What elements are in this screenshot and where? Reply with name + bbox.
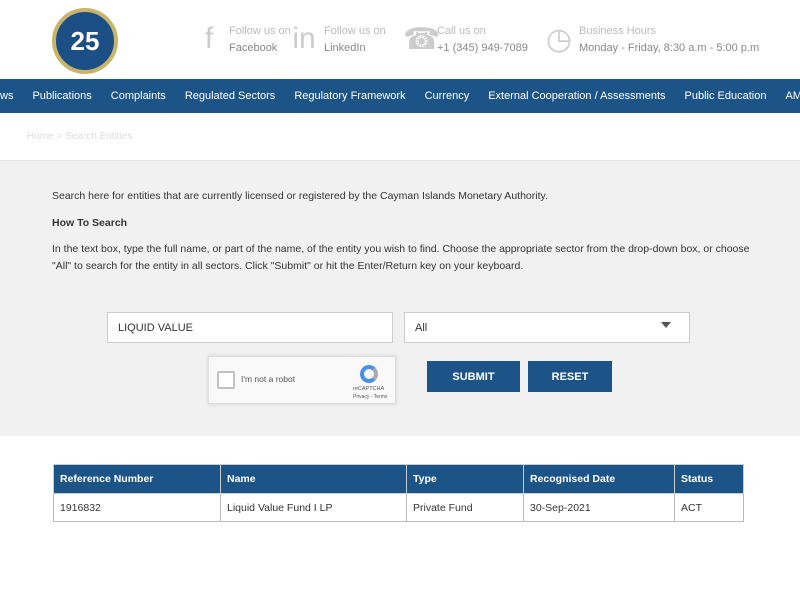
nav-currency[interactable]: Currency: [425, 90, 470, 102]
nav-regulatory-framework[interactable]: Regulatory Framework: [294, 90, 405, 102]
cell-status: ACT: [674, 493, 744, 522]
chevron-down-icon: [661, 322, 671, 328]
submit-button[interactable]: SUBMIT: [427, 361, 520, 392]
cell-name[interactable]: Liquid Value Fund I LP: [220, 493, 407, 522]
nav-news[interactable]: ws: [0, 90, 13, 102]
intro-text: Search here for entities that are curren…: [52, 190, 548, 202]
phone-icon: ☎: [403, 23, 441, 56]
nav-public-education[interactable]: Public Education: [685, 90, 767, 102]
search-panel: Search here for entities that are curren…: [0, 160, 800, 436]
entity-search-input[interactable]: LIQUID VALUE: [107, 312, 393, 343]
nav-external-cooperation[interactable]: External Cooperation / Assessments: [488, 90, 665, 102]
breadcrumb-home[interactable]: Home: [27, 131, 54, 142]
col-type[interactable]: Type: [406, 464, 524, 494]
nav-publications[interactable]: Publications: [32, 90, 91, 102]
nav-aml[interactable]: AML/C: [785, 90, 800, 102]
main-nav: ws Publications Complaints Regulated Sec…: [0, 79, 800, 113]
phone-contact: ☎ Call us on +1 (345) 949-7089: [403, 23, 528, 56]
facebook-icon: f: [204, 22, 214, 55]
cell-date: 30-Sep-2021: [523, 493, 675, 522]
business-hours: ◷ Business Hours Monday - Friday, 8:30 a.m…: [545, 23, 760, 56]
nav-complaints[interactable]: Complaints: [111, 90, 166, 102]
sector-select[interactable]: All: [404, 312, 690, 343]
col-recognised-date[interactable]: Recognised Date: [523, 464, 675, 494]
recaptcha: I'm not a robot reCAPTCHA Privacy - Term…: [208, 356, 396, 404]
header: 25 f Follow us on Facebook in Follow us on L…: [0, 0, 800, 78]
cima-logo[interactable]: 25: [52, 8, 118, 74]
results-table: Reference Number Name Type Recognised Da…: [53, 464, 744, 522]
table-header-row: Reference Number Name Type Recognised Da…: [53, 464, 744, 494]
breadcrumb: Home > Search Entities: [27, 131, 133, 142]
nav-regulated-sectors[interactable]: Regulated Sectors: [185, 90, 276, 102]
linkedin-link[interactable]: in Follow us on LinkedIn: [290, 22, 385, 56]
facebook-link[interactable]: f Follow us on Facebook: [195, 22, 291, 56]
reset-button[interactable]: RESET: [528, 361, 612, 392]
cell-reference: 1916832: [53, 493, 221, 522]
cell-type: Private Fund: [406, 493, 524, 522]
col-reference-number[interactable]: Reference Number: [53, 464, 221, 494]
clock-icon: ◷: [545, 23, 573, 56]
how-to-title: How To Search: [52, 217, 128, 229]
linkedin-icon: in: [292, 22, 316, 55]
recaptcha-checkbox[interactable]: [217, 371, 235, 389]
col-status[interactable]: Status: [674, 464, 744, 494]
table-row[interactable]: 1916832 Liquid Value Fund I LP Private F…: [53, 493, 744, 522]
recaptcha-icon: [360, 365, 378, 383]
col-name[interactable]: Name: [220, 464, 407, 494]
how-to-text: In the text box, type the full name, or …: [52, 243, 750, 272]
